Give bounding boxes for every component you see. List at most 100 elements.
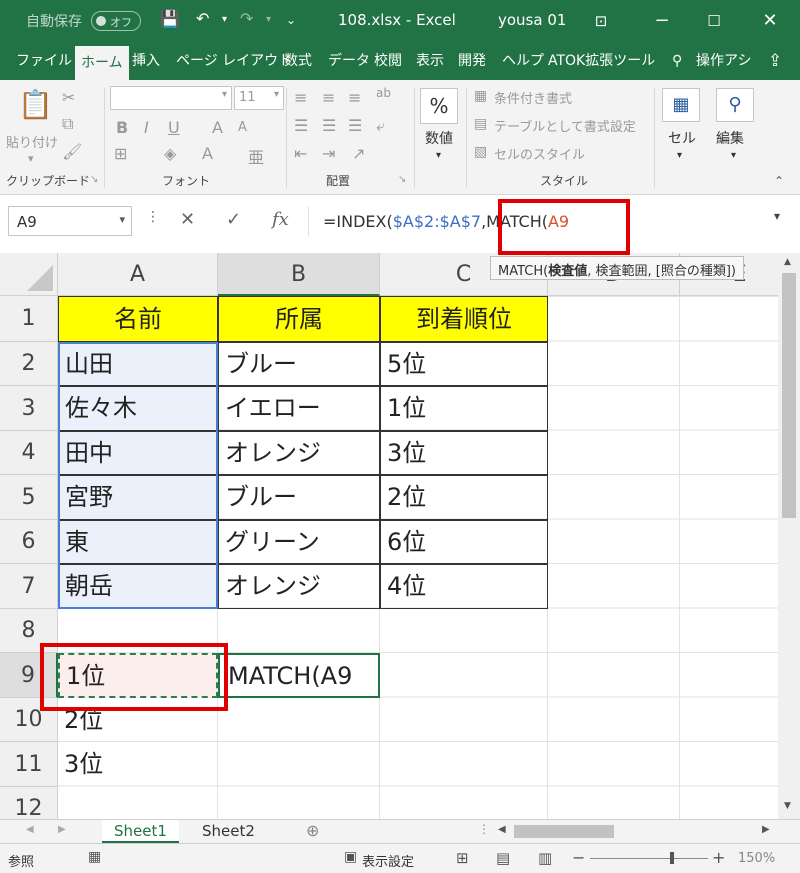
next-sheet-icon[interactable]: ▶ (58, 824, 66, 835)
row-header-4[interactable]: 4 (0, 431, 58, 475)
cell-b4[interactable]: オレンジ (218, 431, 380, 475)
redo-dropdown-icon[interactable]: ▾ (266, 14, 271, 25)
minimize-icon[interactable]: − (647, 6, 677, 36)
cell-b3[interactable]: イエロー (218, 386, 380, 431)
conditional-format-label[interactable]: 条件付き書式 (494, 88, 572, 107)
cell-c1[interactable]: 到着順位 (380, 296, 548, 342)
cell-c4[interactable]: 3位 (380, 431, 548, 475)
zoom-level[interactable]: 150% (738, 851, 775, 866)
search-icon[interactable]: ⚲ (666, 42, 688, 80)
cell-c3[interactable]: 1位 (380, 386, 548, 431)
conditional-format-icon[interactable]: ▦ (474, 88, 487, 104)
align-top-icon[interactable]: ≡ (294, 88, 307, 107)
cell-c7[interactable]: 4位 (380, 564, 548, 609)
row-header-3[interactable]: 3 (0, 386, 58, 431)
zoom-slider-track[interactable] (590, 858, 708, 859)
function-tooltip[interactable]: MATCH(検査値, 検査範囲, [照合の種類]) (490, 256, 744, 280)
tab-file[interactable]: ファイル (10, 42, 78, 80)
format-painter-icon[interactable]: 🖌 (62, 142, 82, 161)
number-dropdown-icon[interactable]: ▾ (436, 150, 441, 161)
zoom-slider-thumb[interactable] (670, 852, 674, 864)
cell-b5[interactable]: ブルー (218, 475, 380, 520)
tab-review[interactable]: 校閲 (368, 42, 408, 80)
scroll-thumb[interactable] (782, 273, 796, 518)
increase-font-icon[interactable]: A (212, 118, 223, 137)
row-header-1[interactable]: 1 (0, 296, 58, 342)
share-icon[interactable]: ⇪ (768, 51, 782, 71)
align-center-icon[interactable]: ☰ (322, 116, 336, 135)
normal-view-icon[interactable]: ⊞ (456, 849, 469, 867)
cell-b1[interactable]: 所属 (218, 296, 380, 342)
hscroll-thumb[interactable] (514, 825, 614, 838)
close-icon[interactable]: ✕ (755, 6, 785, 36)
decrease-indent-icon[interactable]: ⇤ (294, 144, 307, 163)
align-bottom-icon[interactable]: ≡ (348, 88, 361, 107)
increase-indent-icon[interactable]: ⇥ (322, 144, 335, 163)
cell-c5[interactable]: 2位 (380, 475, 548, 520)
copy-icon[interactable]: ⧉ (62, 114, 73, 134)
row-header-12[interactable]: 12 (0, 787, 58, 819)
expand-formula-icon[interactable]: ▾ (774, 209, 780, 223)
decrease-font-icon[interactable]: A (238, 120, 247, 135)
macro-record-icon[interactable]: ▦ (88, 849, 101, 865)
editing-label[interactable]: 編集 (716, 128, 744, 148)
row-header-7[interactable]: 7 (0, 564, 58, 609)
autosave-toggle[interactable]: オフ (91, 11, 141, 31)
cells-icon[interactable]: ▦ (662, 88, 700, 122)
redo-icon[interactable]: ↷ (240, 9, 253, 28)
font-name-box[interactable]: ▾ (110, 86, 232, 110)
underline-icon[interactable]: U (168, 118, 180, 137)
row-header-6[interactable]: 6 (0, 520, 58, 564)
page-layout-view-icon[interactable]: ▤ (496, 849, 510, 867)
sheet-tab-sheet1[interactable]: Sheet1 (102, 820, 179, 844)
select-all-corner[interactable] (0, 253, 58, 296)
phonetic-icon[interactable]: 亜 (248, 144, 264, 168)
border-icon[interactable]: ⊞ (114, 144, 127, 163)
cell-b7[interactable]: オレンジ (218, 564, 380, 609)
align-left-icon[interactable]: ☰ (294, 116, 308, 135)
cell-style-label[interactable]: セルのスタイル (494, 144, 585, 163)
sheet-tab-sheet2[interactable]: Sheet2 (190, 820, 267, 844)
save-icon[interactable]: 💾 (160, 9, 180, 28)
text-direction-icon[interactable]: ab (376, 86, 391, 100)
table-format-icon[interactable]: ▤ (474, 116, 487, 132)
align-right-icon[interactable]: ☰ (348, 116, 362, 135)
tab-insert[interactable]: 挿入 (126, 42, 166, 80)
chevron-down-icon[interactable]: ▾ (119, 213, 125, 226)
italic-icon[interactable]: I (144, 118, 149, 137)
cell-a1[interactable]: 名前 (58, 296, 218, 342)
tab-view[interactable]: 表示 (410, 42, 450, 80)
percent-icon[interactable]: % (420, 88, 458, 124)
tab-atok[interactable]: ATOK拡張ツール (542, 42, 661, 80)
undo-icon[interactable]: ↶ (196, 9, 209, 28)
user-name[interactable]: yousa 01 (498, 11, 566, 29)
name-box[interactable]: A9 ▾ (8, 206, 132, 236)
display-settings-label[interactable]: 表示設定 (362, 851, 414, 870)
undo-dropdown-icon[interactable]: ▾ (222, 14, 227, 25)
number-format-label[interactable]: 数値 (425, 128, 453, 148)
zoom-out-icon[interactable]: − (572, 848, 585, 867)
tab-home[interactable]: ホーム (75, 46, 129, 80)
cell-b2[interactable]: ブルー (218, 342, 380, 386)
ribbon-display-icon[interactable]: ⊡ (586, 6, 616, 36)
cell-style-icon[interactable]: ▧ (474, 144, 487, 160)
paste-icon[interactable]: 📋 (18, 88, 53, 121)
display-settings-icon[interactable]: ▣ (344, 849, 357, 865)
cell-b9-editing[interactable]: MATCH(A9 (218, 653, 380, 698)
cell-c6[interactable]: 6位 (380, 520, 548, 564)
font-size-box[interactable]: 11 ▾ (234, 86, 284, 110)
column-header-b[interactable]: B (218, 253, 380, 296)
cells-label[interactable]: セル (668, 128, 696, 148)
row-header-5[interactable]: 5 (0, 475, 58, 520)
paste-dropdown-icon[interactable]: ▾ (28, 152, 34, 165)
prev-sheet-icon[interactable]: ◀ (26, 824, 34, 835)
align-middle-icon[interactable]: ≡ (322, 88, 335, 107)
hscroll-left-icon[interactable]: ◀ (498, 824, 506, 835)
orientation-icon[interactable]: ↗ (352, 144, 365, 163)
zoom-in-icon[interactable]: + (712, 848, 725, 867)
editing-search-icon[interactable]: ⚲ (716, 88, 754, 122)
tab-split-icon[interactable]: ⋮ (478, 822, 490, 836)
cell-b6[interactable]: グリーン (218, 520, 380, 564)
fill-color-icon[interactable]: ◈ (164, 144, 176, 163)
vertical-scrollbar[interactable]: ▲ ▼ (778, 253, 800, 819)
